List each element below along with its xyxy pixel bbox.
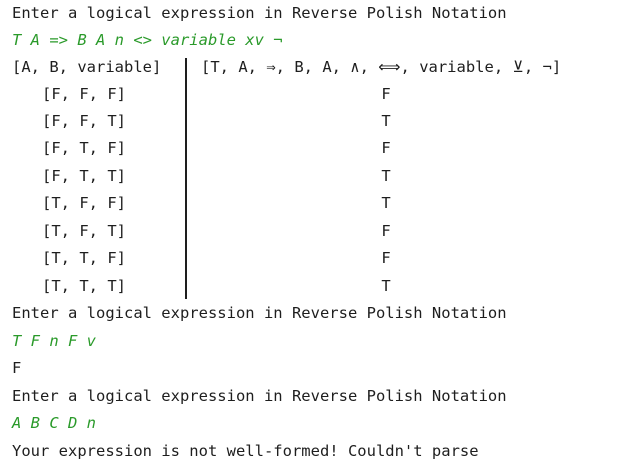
truth-table-row-inputs: [T, T, F]	[42, 249, 126, 267]
prompt-text: Enter a logical expression in Reverse Po…	[12, 304, 507, 322]
console-output: Enter a logical expression in Reverse Po…	[12, 0, 622, 466]
truth-table-row-result: T	[381, 194, 391, 212]
user-input-line: T F n F v	[12, 332, 96, 350]
truth-table-variables-header: [A, B, variable]	[12, 58, 162, 76]
truth-table-row-result: T	[381, 277, 391, 295]
user-input-line: T A => B A n <> variable xv ¬	[12, 31, 283, 49]
truth-table-row-result: T	[381, 167, 391, 185]
truth-table-row-inputs: [F, T, T]	[42, 167, 126, 185]
truth-table-row-result: T	[381, 112, 391, 130]
truth-table-divider	[185, 58, 187, 299]
truth-table-row-result: F	[381, 249, 391, 267]
error-message: Your expression is not well-formed! Coul…	[12, 442, 479, 460]
prompt-text: Enter a logical expression in Reverse Po…	[12, 4, 507, 22]
truth-table-expression-header: [T, A, ⇒, B, A, ∧, ⟺, variable, ⊻, ¬]	[201, 58, 562, 76]
truth-table-row-inputs: [T, T, T]	[42, 277, 126, 295]
user-input-line: A B C D n	[12, 414, 96, 432]
truth-table-row-inputs: [T, F, F]	[42, 194, 126, 212]
truth-table-row-result: F	[381, 85, 391, 103]
truth-table-row-inputs: [F, F, T]	[42, 112, 126, 130]
evaluation-result: F	[12, 359, 22, 377]
truth-table-row-inputs: [F, T, F]	[42, 139, 126, 157]
truth-table-row-inputs: [T, F, T]	[42, 222, 126, 240]
truth-table-row-inputs: [F, F, F]	[42, 85, 126, 103]
truth-table-row-result: F	[381, 222, 391, 240]
truth-table-row-result: F	[381, 139, 391, 157]
prompt-text: Enter a logical expression in Reverse Po…	[12, 387, 507, 405]
